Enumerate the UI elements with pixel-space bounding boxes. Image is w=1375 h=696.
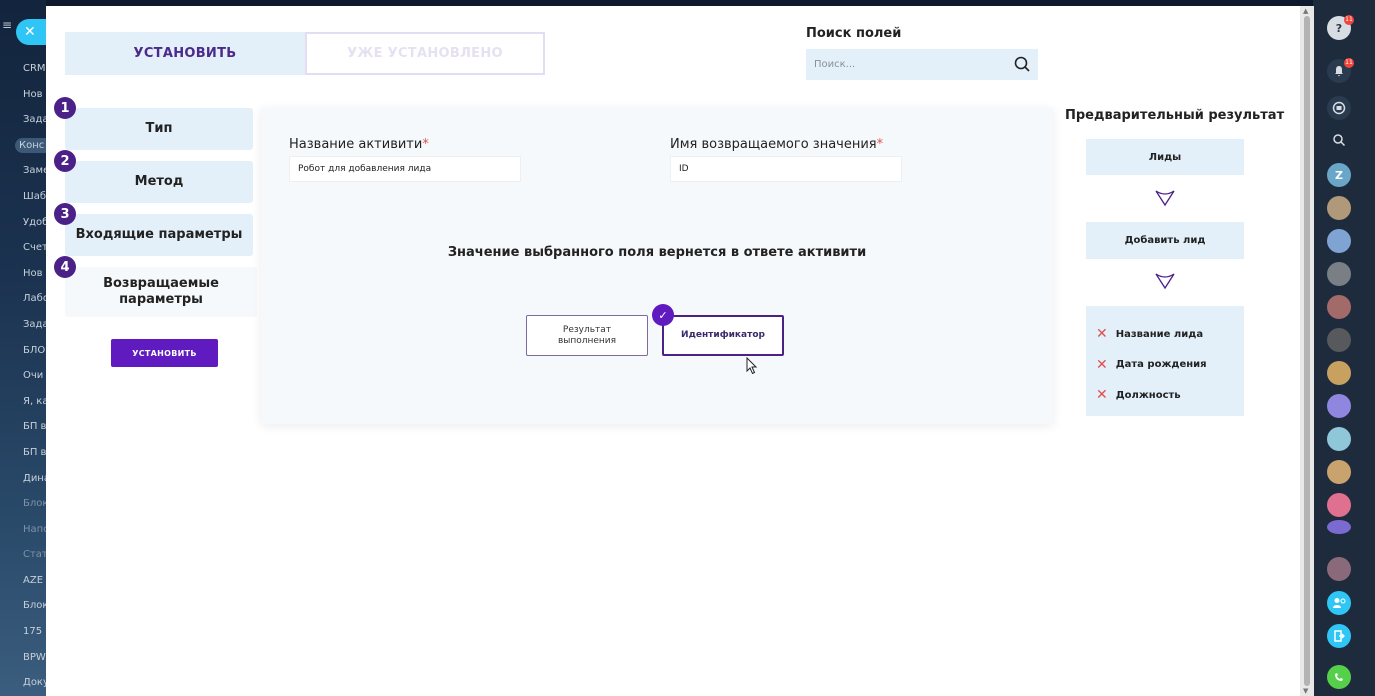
- hamburger-icon[interactable]: ≡: [2, 19, 14, 31]
- sidebar-item[interactable]: БЛО: [0, 338, 46, 364]
- search-label: Поиск полей: [806, 26, 902, 41]
- step-input-params[interactable]: Входящие параметры: [65, 214, 253, 256]
- contact-avatar[interactable]: [1327, 295, 1351, 319]
- install-button[interactable]: УСТАНОВИТЬ: [111, 339, 218, 367]
- contact-avatar[interactable]: [1327, 460, 1351, 484]
- search-input[interactable]: [814, 59, 1004, 70]
- scrollbar-thumb[interactable]: [1304, 16, 1310, 686]
- contact-avatar[interactable]: [1327, 394, 1351, 418]
- help-badge: 11: [1344, 15, 1354, 25]
- contact-avatar[interactable]: [1327, 361, 1351, 385]
- sidebar-item[interactable]: BPW: [0, 645, 46, 671]
- arrow-down-icon: [1155, 273, 1175, 290]
- sidebar-item[interactable]: БП в: [0, 440, 46, 466]
- sidebar-item[interactable]: AZE: [0, 568, 46, 594]
- contact-avatar[interactable]: [1327, 196, 1351, 220]
- close-icon: ✕: [24, 24, 36, 40]
- activity-name-field[interactable]: Робот для добавления лида: [289, 156, 521, 182]
- step-number: 2: [54, 150, 76, 172]
- preview-title: Предварительный результат: [1065, 108, 1285, 123]
- contact-avatar[interactable]: [1327, 520, 1351, 534]
- contact-avatar[interactable]: [1327, 427, 1351, 451]
- phone-icon[interactable]: [1327, 665, 1351, 689]
- scroll-up-icon[interactable]: ▲: [1303, 7, 1308, 15]
- app-modal: УСТАНОВИТЬ УЖЕ УСТАНОВЛЕНО Поиск полей Т…: [46, 6, 1300, 696]
- background-sidebar: ≡ CRM Нов Зада Конс Заме Шаб Удоб Счет Н…: [0, 0, 46, 696]
- sidebar-item[interactable]: Блок: [0, 593, 46, 619]
- activity-name-label: Название активити*: [289, 137, 429, 152]
- step-number: 4: [54, 256, 76, 278]
- cross-icon: ✕: [1096, 387, 1108, 404]
- notification-badge: 11: [1344, 58, 1354, 68]
- sidebar-item[interactable]: 175 ч: [0, 619, 46, 645]
- step-method[interactable]: Метод: [65, 161, 253, 203]
- step-type[interactable]: Тип: [65, 108, 253, 150]
- add-user-icon[interactable]: [1327, 591, 1351, 615]
- sidebar-item[interactable]: CRM: [0, 56, 46, 82]
- sidebar-item[interactable]: Доку: [0, 670, 46, 696]
- sidebar-item[interactable]: Блок: [0, 491, 46, 517]
- sidebar-item[interactable]: Нов: [0, 261, 46, 287]
- vertical-scrollbar[interactable]: ▲ ▼: [1300, 6, 1314, 696]
- step-label: Метод: [134, 174, 184, 189]
- sidebar-item[interactable]: Очи: [0, 363, 46, 389]
- step-label: Возвращаемые параметры: [103, 276, 219, 307]
- close-slider-button[interactable]: ✕: [16, 19, 46, 45]
- return-name-field[interactable]: ID: [670, 156, 902, 182]
- sidebar-item[interactable]: Напо: [0, 517, 46, 543]
- sidebar-item[interactable]: Стат: [0, 542, 46, 568]
- sidebar-item[interactable]: Я, ка: [0, 389, 46, 415]
- search-box: [806, 49, 1038, 80]
- door-icon[interactable]: [1327, 624, 1351, 648]
- sidebar-item[interactable]: БП в: [0, 414, 46, 440]
- step-number: 1: [54, 97, 76, 119]
- sidebar-menu: CRM Нов Зада Конс Заме Шаб Удоб Счет Нов…: [0, 56, 46, 696]
- sidebar-item[interactable]: Зада: [0, 107, 46, 133]
- arrow-down-icon: [1155, 190, 1175, 207]
- contact-avatar[interactable]: [1327, 229, 1351, 253]
- cross-icon: ✕: [1096, 326, 1108, 343]
- sidebar-item[interactable]: Нов: [0, 82, 46, 108]
- step-label: Входящие параметры: [75, 227, 243, 242]
- tab-installed[interactable]: УЖЕ УСТАНОВЛЕНО: [305, 32, 545, 75]
- option-label: Результат выполнения: [557, 324, 617, 346]
- mouse-cursor-icon: [746, 357, 758, 375]
- step-label: Тип: [145, 121, 173, 136]
- sidebar-item[interactable]: Заме: [0, 158, 46, 184]
- panel-heading: Значение выбранного поля вернется в отве…: [447, 245, 867, 260]
- search-panel-icon[interactable]: [1327, 128, 1351, 152]
- sidebar-item[interactable]: Счет: [0, 235, 46, 261]
- contact-avatar[interactable]: [1327, 493, 1351, 517]
- contact-avatar[interactable]: [1327, 557, 1351, 581]
- return-name-label: Имя возвращаемого значения*: [670, 137, 884, 152]
- sidebar-item-active[interactable]: Конс: [0, 133, 46, 159]
- option-result-button[interactable]: Результат выполнения: [526, 315, 648, 356]
- contact-avatar[interactable]: [1327, 328, 1351, 352]
- sidebar-item[interactable]: Шаб: [0, 184, 46, 210]
- tab-install[interactable]: УСТАНОВИТЬ: [65, 32, 305, 75]
- cross-icon: ✕: [1096, 356, 1108, 373]
- scroll-down-icon[interactable]: ▼: [1303, 687, 1308, 695]
- return-params-panel: Название активити* Робот для добавления …: [261, 108, 1053, 424]
- user-avatar[interactable]: Z: [1327, 163, 1351, 187]
- sidebar-item[interactable]: Лабо: [0, 286, 46, 312]
- search-icon[interactable]: [1014, 56, 1030, 72]
- step-number: 3: [54, 203, 76, 225]
- check-icon: ✓: [652, 304, 674, 326]
- sidebar-item[interactable]: Удоб: [0, 210, 46, 236]
- preview-fields-list: ✕ Название лида ✕ Дата рождения ✕ Должно…: [1086, 306, 1244, 416]
- preview-action-box: Добавить лид: [1086, 222, 1244, 259]
- contact-avatar[interactable]: [1327, 262, 1351, 286]
- list-item: ✕ Должность: [1096, 387, 1181, 404]
- option-id-button[interactable]: Идентификатор: [662, 315, 784, 356]
- preview-entity-box: Лиды: [1086, 139, 1244, 175]
- chat-icon[interactable]: [1327, 96, 1351, 120]
- sidebar-item[interactable]: Дина: [0, 466, 46, 492]
- sidebar-item[interactable]: Зада: [0, 312, 46, 338]
- step-return-params[interactable]: Возвращаемые параметры: [65, 267, 257, 317]
